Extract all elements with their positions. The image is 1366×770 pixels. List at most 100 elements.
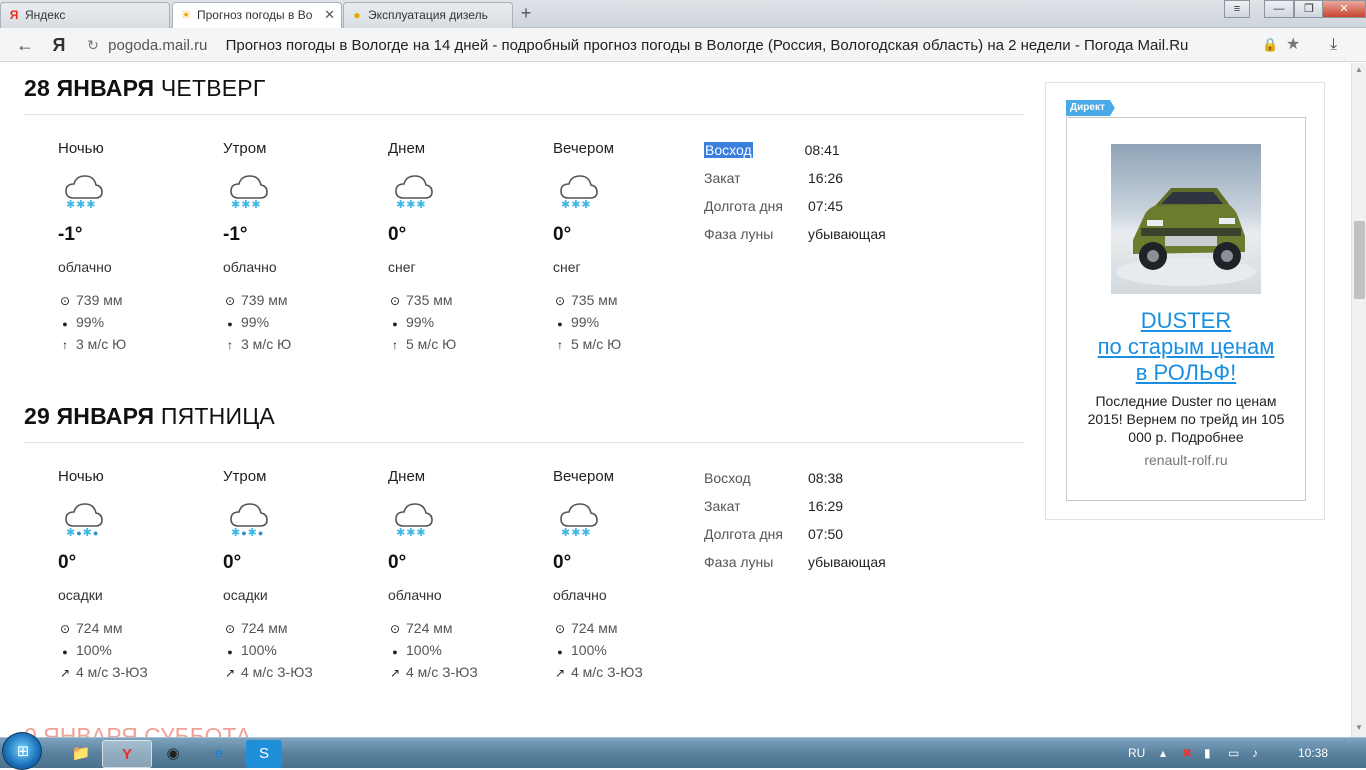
humidity-value: 100% xyxy=(571,642,607,658)
page-scrollbar[interactable]: ▲ ▼ xyxy=(1351,63,1366,737)
lock-icon[interactable]: 🔒 xyxy=(1262,32,1278,58)
tab-label: Прогноз погоды в Во xyxy=(197,8,313,22)
new-tab-button[interactable]: + xyxy=(516,4,536,24)
browser-tab-3[interactable]: ● Эксплуатация дизель xyxy=(343,2,513,28)
tab-close-icon[interactable]: ✕ xyxy=(324,3,335,27)
day-weekday: ПЯТНИЦА xyxy=(160,403,275,429)
humidity: ● 99% xyxy=(223,311,373,333)
browser-tab-2[interactable]: ☀ Прогноз погоды в Во ✕ xyxy=(172,2,342,29)
wind-value: 4 м/с З-ЮЗ xyxy=(241,664,313,680)
scroll-thumb[interactable] xyxy=(1354,221,1365,299)
tray-network-icon[interactable]: ✖ xyxy=(1182,738,1192,769)
wind: ↑ 5 м/с Ю xyxy=(553,333,703,355)
reload-icon[interactable]: ↻ xyxy=(82,32,104,58)
wind-arrow-icon: ↑ xyxy=(62,338,68,352)
pressure-value: 724 мм xyxy=(76,620,123,636)
tray-volume-icon[interactable]: ♪ xyxy=(1252,738,1258,769)
wind-value: 4 м/с З-ЮЗ xyxy=(406,664,478,680)
period-column: Утром ✱✱✱ -1° облачно ⊙ 739 мм ● 99% ↑ 3 м/с Ю xyxy=(223,140,373,355)
yandex-logo-button[interactable]: Я xyxy=(48,34,70,56)
pressure-value: 724 мм xyxy=(406,620,453,636)
humidity-icon: ● xyxy=(557,647,563,657)
humidity-value: 99% xyxy=(406,314,435,330)
pressure-icon: ⊙ xyxy=(59,622,71,636)
pressure-value: 739 мм xyxy=(76,292,123,308)
astro-label: Фаза луны xyxy=(704,226,774,242)
ad-domain[interactable]: renault-rolf.ru xyxy=(1067,452,1305,468)
tray-signal-icon[interactable]: ▮ xyxy=(1204,738,1211,769)
browser-menu-button[interactable]: ≡ xyxy=(1224,0,1250,18)
period-column: Вечером ✱✱✱ 0° облачно ⊙ 724 мм ● 100% ↗ 4 м/с З-… xyxy=(553,468,703,683)
minimize-button[interactable]: — xyxy=(1264,0,1294,18)
scroll-up-icon[interactable]: ▲ xyxy=(1355,65,1363,74)
taskbar-ie-icon[interactable]: e xyxy=(194,740,244,768)
tray-clock[interactable]: 10:38 xyxy=(1298,738,1328,769)
weather-icon: ✱✱✱ xyxy=(62,172,106,212)
pressure-icon: ⊙ xyxy=(554,294,566,308)
temperature: -1° xyxy=(223,224,248,245)
tray-language[interactable]: RU xyxy=(1128,738,1145,769)
astro-row: Восход 08:38 xyxy=(704,464,886,492)
weather-icon: ✱●✱● xyxy=(227,500,271,540)
cloud-icon xyxy=(230,175,268,199)
condition: осадки xyxy=(58,587,103,603)
bookmark-star-icon[interactable]: ★ xyxy=(1286,32,1300,58)
condition: облачно xyxy=(223,259,277,275)
humidity-value: 100% xyxy=(406,642,442,658)
period-column: Утром ✱●✱● 0° осадки ⊙ 724 мм ● 100% ↗ 4 м/с З-ЮЗ xyxy=(223,468,373,683)
browser-tab-1[interactable]: Я Яндекс xyxy=(0,2,170,28)
condition: облачно xyxy=(388,587,442,603)
ad-card[interactable]: DUSTER по старым ценам в РОЛЬФ! Последни… xyxy=(1066,117,1306,501)
condition: облачно xyxy=(58,259,112,275)
ad-title[interactable]: DUSTER по старым ценам в РОЛЬФ! xyxy=(1067,308,1305,386)
tray-battery-icon[interactable]: ▭ xyxy=(1228,738,1239,769)
astro-row: Восход 08:41 xyxy=(704,136,886,164)
ad-image[interactable] xyxy=(1111,144,1261,294)
wind-arrow-icon: ↗ xyxy=(224,666,236,680)
cloud-icon xyxy=(560,175,598,199)
condition: осадки xyxy=(223,587,268,603)
pressure: ⊙ 724 мм xyxy=(388,617,538,639)
divider xyxy=(24,114,1024,115)
next-day-title: 0 ЯНВАРЯ СУББОТА xyxy=(24,723,252,737)
pressure-icon: ⊙ xyxy=(59,294,71,308)
download-icon[interactable]: ⤓ xyxy=(1330,32,1337,58)
wind-arrow-icon: ↗ xyxy=(59,666,71,680)
astro-value: 08:38 xyxy=(808,470,844,486)
wind-arrow-icon: ↑ xyxy=(227,338,233,352)
tab-favicon-icon: ☀ xyxy=(180,8,192,22)
astro-value: убывающая xyxy=(808,554,886,570)
close-window-button[interactable]: ✕ xyxy=(1322,0,1366,18)
astro-label: Фаза луны xyxy=(704,554,774,570)
taskbar-yandex-browser-icon[interactable]: Y xyxy=(102,740,152,768)
address-bar[interactable]: ↻ pogoda.mail.ru Прогноз погоды в Вологд… xyxy=(82,32,1312,58)
weather-icon: ✱●✱● xyxy=(62,500,106,540)
taskbar-explorer-icon[interactable]: 📁 xyxy=(56,740,106,768)
pressure: ⊙ 735 мм xyxy=(553,289,703,311)
taskbar-skype-icon[interactable]: S xyxy=(246,740,282,768)
scroll-down-icon[interactable]: ▼ xyxy=(1355,723,1363,732)
cloud-icon xyxy=(65,175,103,199)
temperature: -1° xyxy=(58,224,83,245)
back-button[interactable]: ← xyxy=(14,34,36,56)
start-button[interactable]: ⊞ xyxy=(2,732,42,770)
ad-text: Последние Duster по ценам 2015! Вернем п… xyxy=(1087,393,1285,445)
period-name: Утром xyxy=(223,140,267,157)
astro-label: Долгота дня xyxy=(704,526,783,542)
taskbar-chrome-icon[interactable]: ◉ xyxy=(148,740,198,768)
divider xyxy=(24,442,1024,443)
wind: ↑ 5 м/с Ю xyxy=(388,333,538,355)
period-name: Вечером xyxy=(553,468,615,485)
car-image-icon xyxy=(1116,188,1256,286)
day-date: 29 ЯНВАРЯ xyxy=(24,403,155,429)
precipitation-icon: ✱✱✱ xyxy=(396,527,427,539)
restore-button[interactable]: ❐ xyxy=(1294,0,1324,18)
tray-show-hidden-icon[interactable]: ▴ xyxy=(1160,738,1166,769)
browser-toolbar: ← Я ↻ pogoda.mail.ru Прогноз погоды в Во… xyxy=(0,28,1366,62)
precipitation-icon: ✱✱✱ xyxy=(66,199,97,211)
period-column: Днем ✱✱✱ 0° снег ⊙ 735 мм ● 99% ↑ 5 м/с Ю xyxy=(388,140,538,355)
pressure-value: 739 мм xyxy=(241,292,288,308)
astro-row: Фаза луны убывающая xyxy=(704,220,886,248)
precipitation-icon: ✱✱✱ xyxy=(231,199,262,211)
astro-info: Восход 08:41 Закат 16:26 Долгота дня 07:45 Фаз… xyxy=(704,136,886,248)
